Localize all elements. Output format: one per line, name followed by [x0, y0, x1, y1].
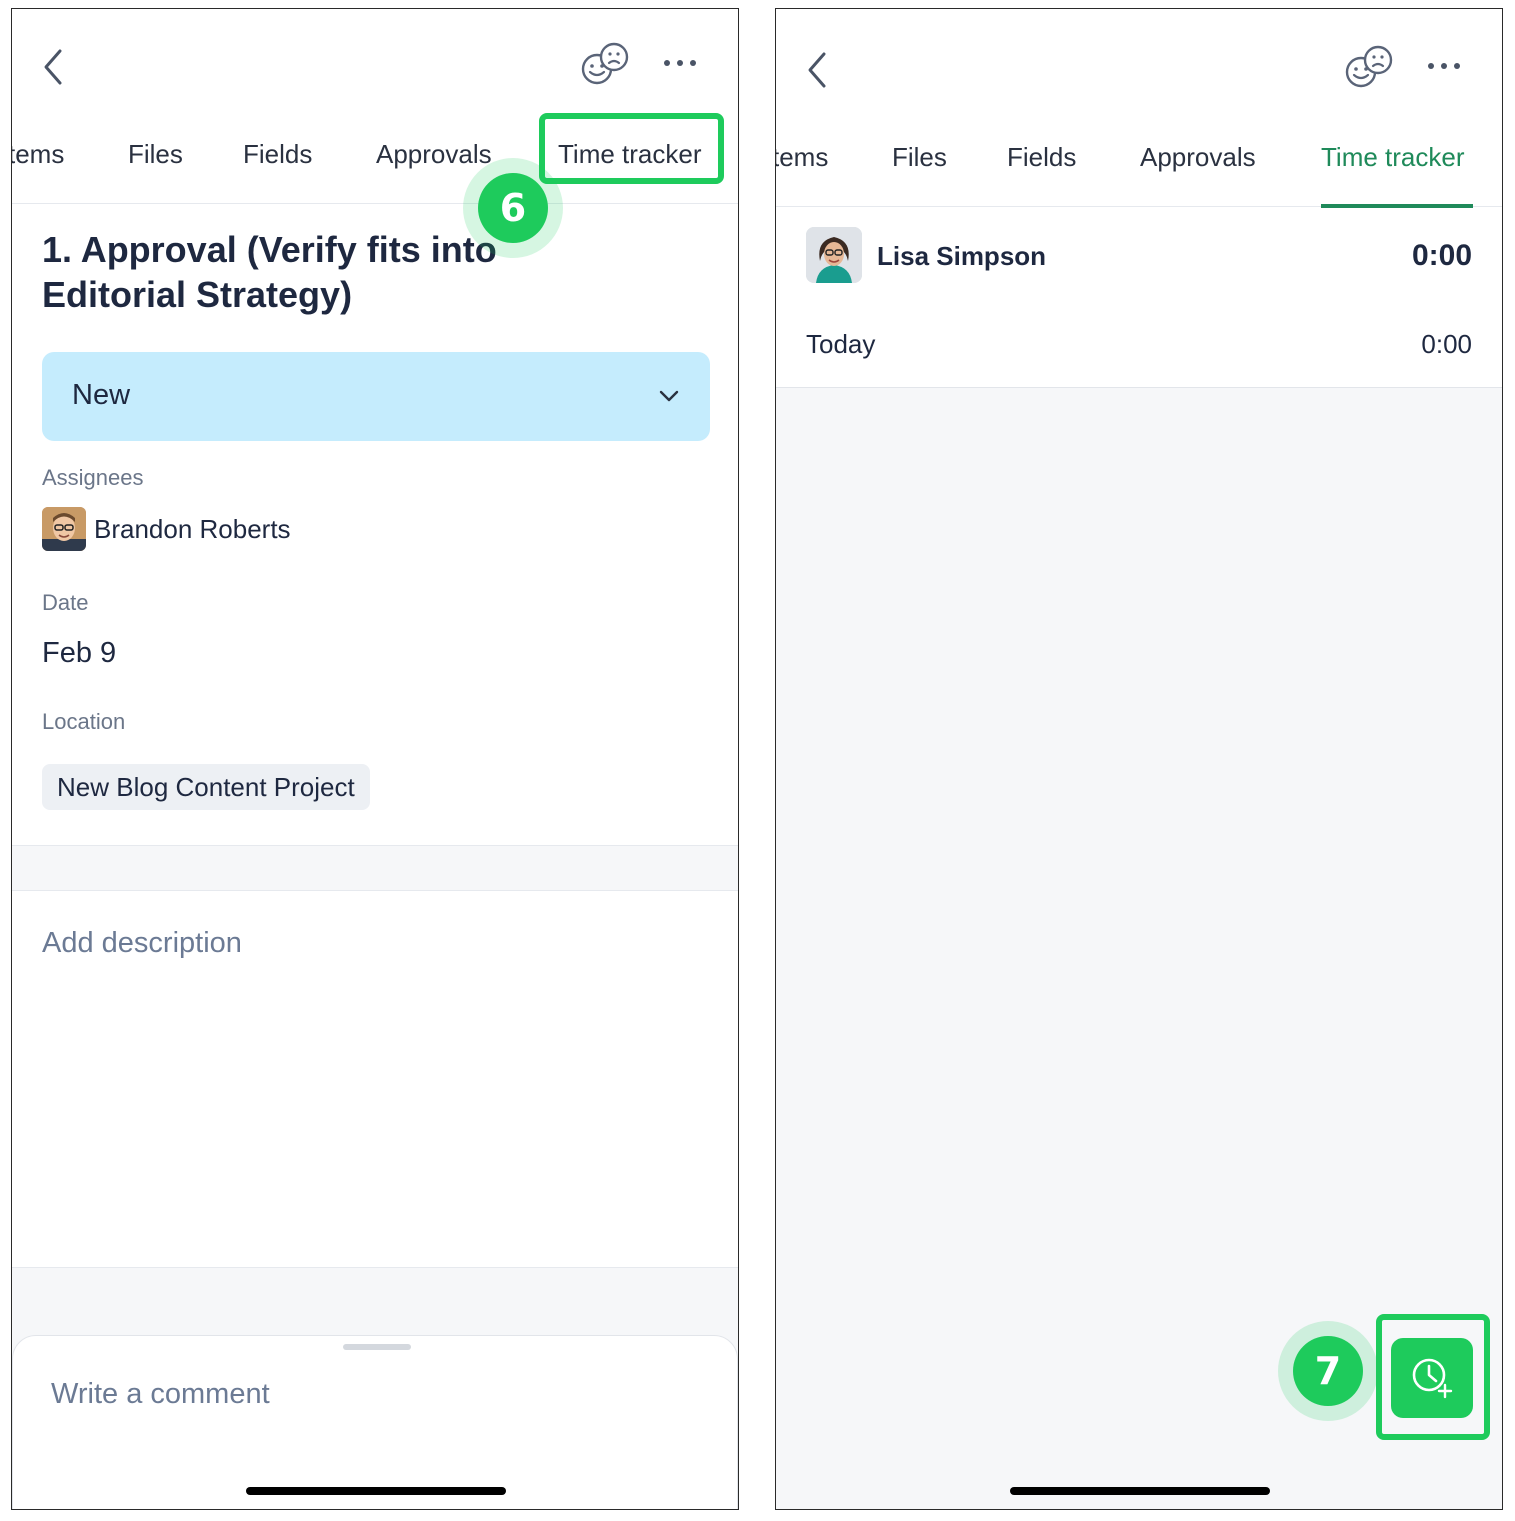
avatar-portrait	[42, 507, 86, 551]
tab-items[interactable]: tems	[776, 142, 828, 173]
more-dots-icon[interactable]	[662, 54, 698, 72]
tab-items[interactable]: tems	[12, 139, 64, 170]
active-tab-indicator	[1321, 204, 1473, 208]
date-label: Date	[42, 590, 89, 615]
avatar[interactable]	[806, 227, 862, 283]
reactions-icon[interactable]	[1344, 44, 1394, 90]
date-value[interactable]: Feb 9	[42, 637, 116, 670]
clock-plus-icon	[1412, 1358, 1453, 1399]
comment-input[interactable]: Write a comment	[51, 1378, 270, 1411]
home-indicator	[1010, 1487, 1270, 1495]
time-tracker-highlight	[539, 113, 724, 184]
tab-bar: tems Files Fields Approvals Time tracker	[776, 120, 1502, 208]
today-time[interactable]: 0:00	[1421, 329, 1472, 360]
description-input[interactable]: Add description	[42, 927, 242, 960]
chevron-down-icon	[659, 390, 679, 402]
add-time-button[interactable]	[1391, 1338, 1473, 1418]
step-badge-6: 6	[463, 158, 563, 258]
location-chip[interactable]: New Blog Content Project	[42, 764, 370, 810]
section-divider	[12, 845, 738, 891]
step-badge-7: 7	[1278, 1321, 1378, 1421]
status-value: New	[72, 379, 131, 411]
back-icon[interactable]	[802, 50, 832, 90]
right-screen: tems Files Fields Approvals Time tracker…	[775, 8, 1503, 1510]
user-name: Lisa Simpson	[877, 241, 1047, 271]
home-indicator	[246, 1487, 506, 1495]
left-screen: tems Files Fields Approvals Time tracker…	[11, 8, 739, 1510]
sheet-grabber[interactable]	[343, 1344, 411, 1350]
task-title: 1. Approval (Verify fits into Editorial …	[42, 229, 497, 315]
tab-approvals[interactable]: Approvals	[376, 139, 492, 170]
user-total-time: 0:00	[1411, 239, 1472, 272]
tab-fields[interactable]: Fields	[1007, 142, 1076, 173]
status-dropdown[interactable]: New	[42, 352, 710, 441]
back-icon[interactable]	[38, 47, 68, 87]
tab-files[interactable]: Files	[892, 142, 947, 173]
avatar[interactable]	[42, 507, 86, 551]
tab-approvals[interactable]: Approvals	[1140, 142, 1256, 173]
comment-sheet: Write a comment	[12, 1335, 738, 1509]
assignees-label: Assignees	[42, 465, 144, 490]
today-label: Today	[806, 329, 876, 359]
more-dots-icon[interactable]	[1426, 57, 1462, 75]
step-number: 6	[478, 173, 548, 243]
location-label: Location	[42, 709, 126, 734]
tab-time-tracker[interactable]: Time tracker	[1321, 142, 1465, 173]
tab-fields[interactable]: Fields	[243, 139, 312, 170]
avatar-portrait	[806, 227, 862, 283]
reactions-icon[interactable]	[580, 41, 630, 87]
tab-files[interactable]: Files	[128, 139, 183, 170]
assignee-name[interactable]: Brandon Roberts	[94, 514, 291, 545]
step-number: 7	[1293, 1336, 1363, 1406]
